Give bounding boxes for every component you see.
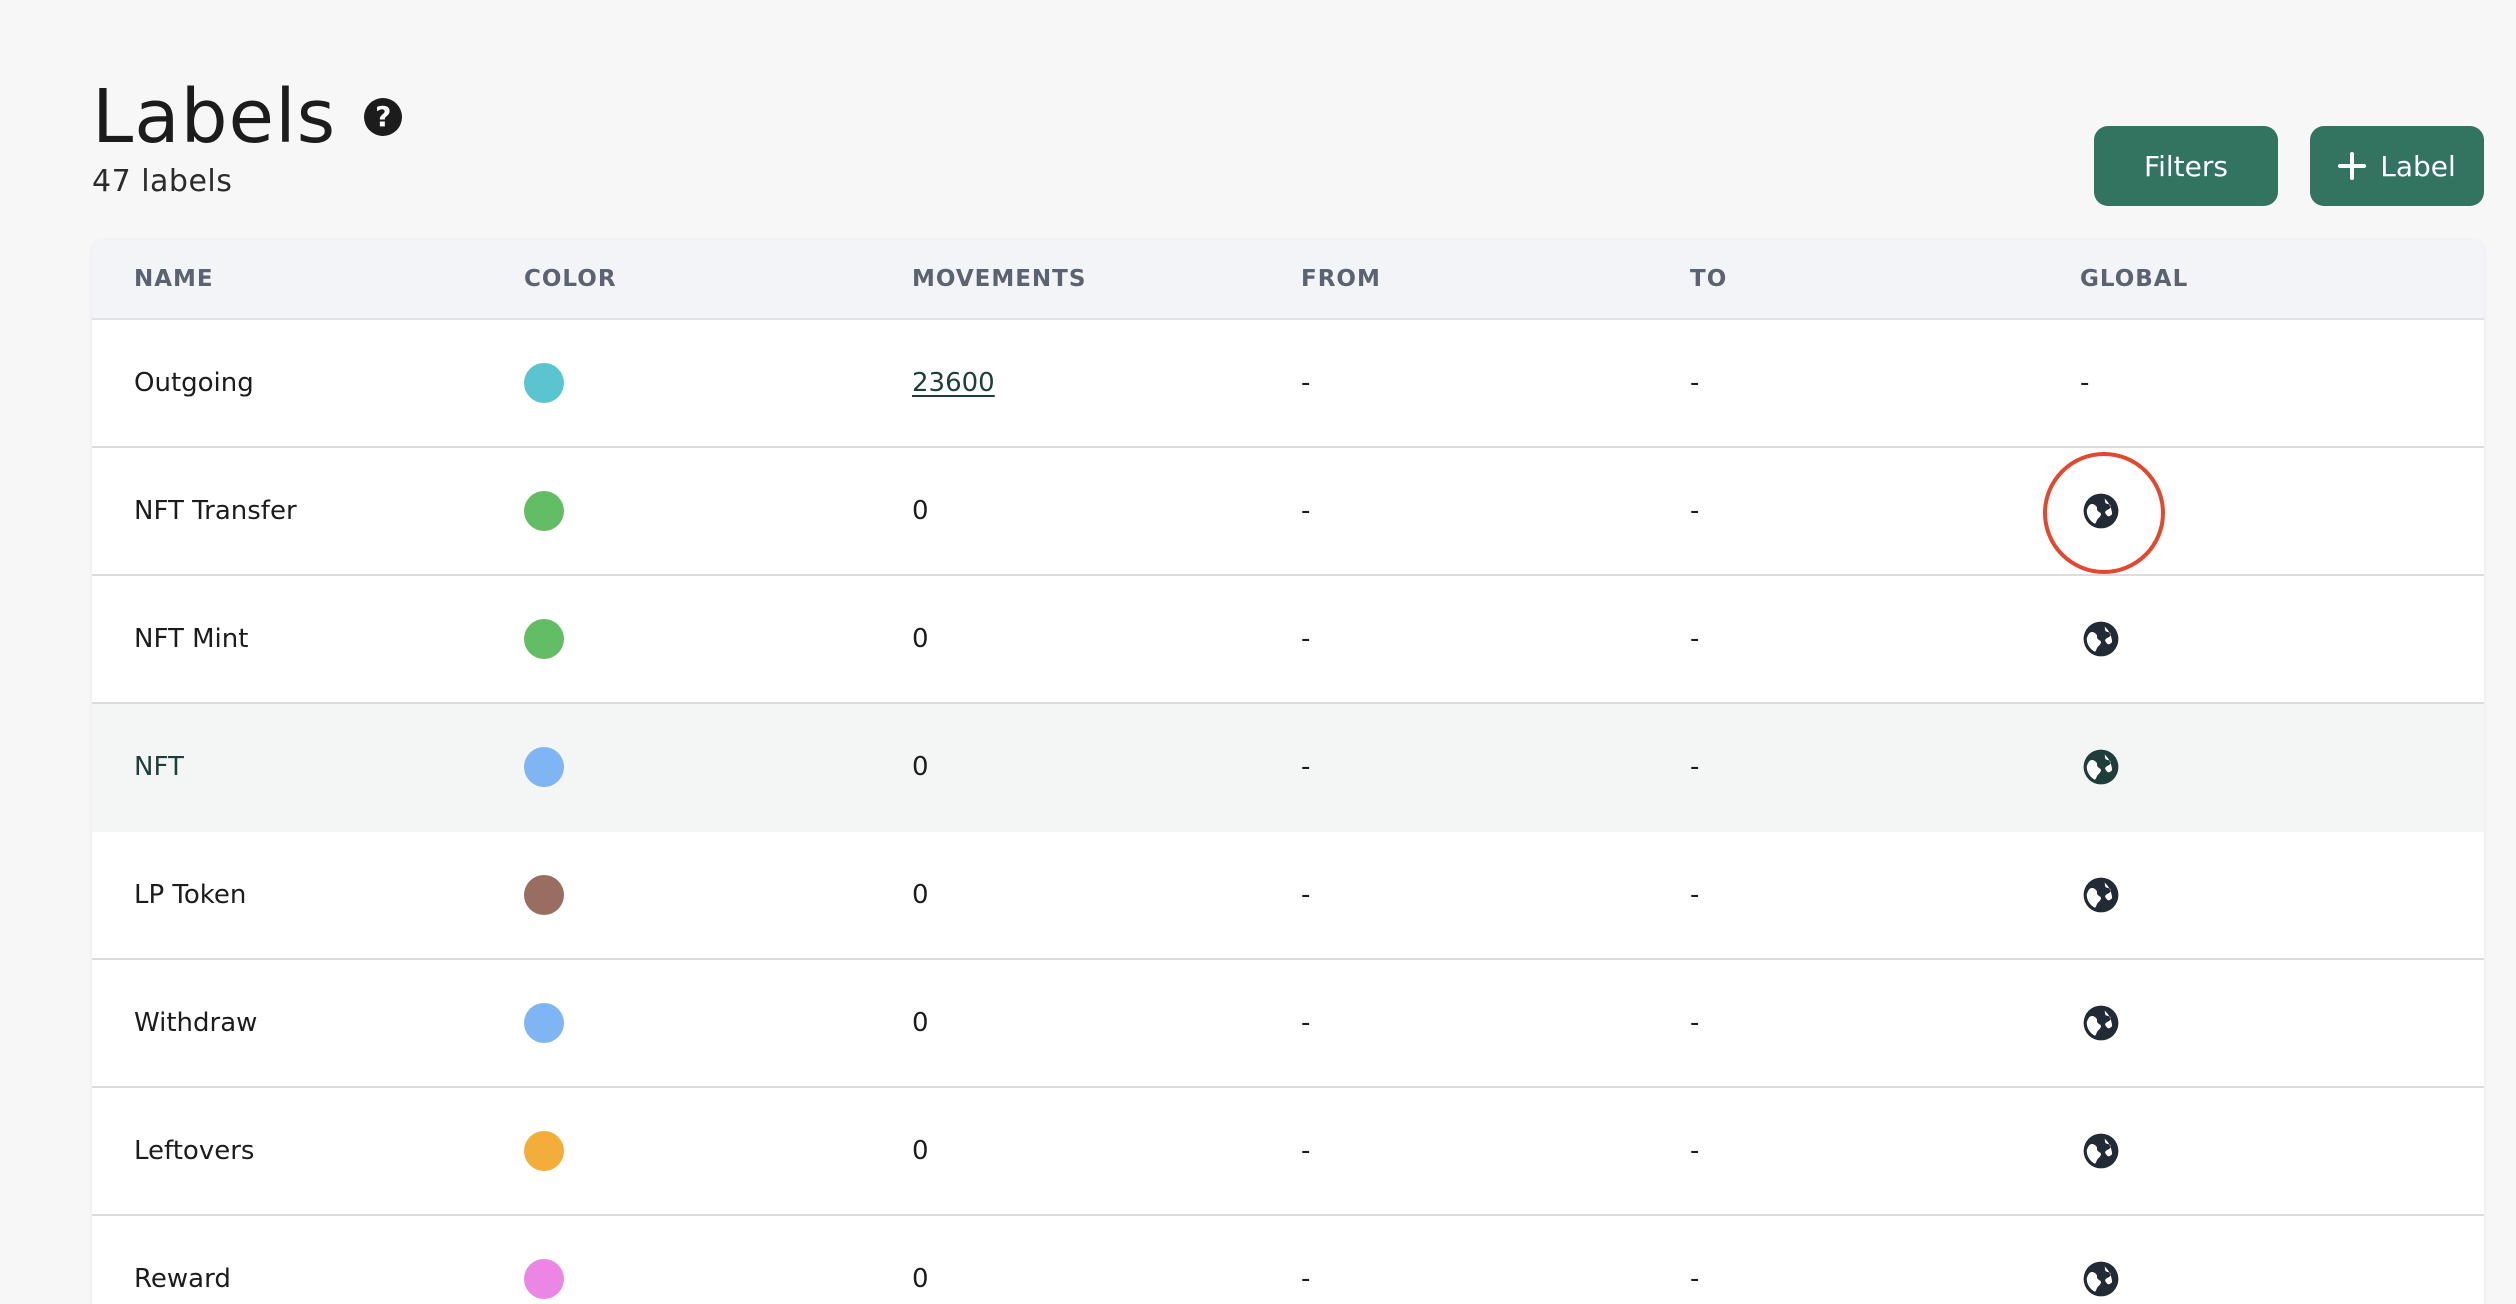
page-title: Labels (92, 74, 337, 160)
help-icon[interactable]: ? (364, 98, 403, 136)
to-value: - (1690, 752, 1700, 782)
color-swatch (524, 875, 564, 915)
label-count: 47 labels (92, 164, 233, 199)
globe-icon[interactable] (2082, 492, 2120, 530)
table-row[interactable]: Withdraw 0 - - (92, 960, 2484, 1088)
color-swatch (524, 491, 564, 531)
from-value: - (1301, 752, 1311, 782)
header-actions: Filters Label (2094, 126, 2484, 206)
color-swatch (524, 1131, 564, 1171)
column-header-global[interactable]: GLOBAL (2080, 266, 2188, 292)
title-row: Labels ? (92, 72, 403, 162)
color-swatch-cell (524, 875, 564, 915)
column-header-name[interactable]: NAME (134, 266, 214, 292)
add-label-button[interactable]: Label (2310, 126, 2484, 206)
global-cell (2080, 748, 2120, 786)
table-row[interactable]: LP Token 0 - - (92, 832, 2484, 960)
global-cell (2080, 492, 2120, 530)
to-value: - (1690, 496, 1700, 526)
column-header-from[interactable]: FROM (1301, 266, 1381, 292)
filters-button-label: Filters (2144, 149, 2228, 183)
globe-icon[interactable] (2082, 748, 2120, 786)
from-value: - (1301, 1008, 1311, 1038)
global-cell (2080, 1004, 2120, 1042)
from-value: - (1301, 880, 1311, 910)
to-value: - (1690, 624, 1700, 654)
label-name: NFT Mint (134, 624, 249, 654)
to-value: - (1690, 1136, 1700, 1166)
label-name: LP Token (134, 880, 247, 910)
from-value: - (1301, 368, 1311, 398)
to-value: - (1690, 368, 1700, 398)
color-swatch-cell (524, 491, 564, 531)
add-label-button-label: Label (2380, 149, 2456, 183)
color-swatch (524, 1003, 564, 1043)
globe-icon[interactable] (2082, 1004, 2120, 1042)
movements-value: 0 (912, 1264, 929, 1294)
color-swatch-cell (524, 1259, 564, 1299)
table-row[interactable]: Outgoing 23600 - - - (92, 320, 2484, 448)
column-header-color[interactable]: COLOR (524, 266, 617, 292)
label-name: Withdraw (134, 1008, 258, 1038)
movements-value: 0 (912, 1008, 929, 1038)
table-row[interactable]: Leftovers 0 - - (92, 1088, 2484, 1216)
from-value: - (1301, 1264, 1311, 1294)
color-swatch-cell (524, 1003, 564, 1043)
page-header: Labels ? 47 labels (92, 72, 403, 199)
global-cell (2080, 1132, 2120, 1170)
movements-link[interactable]: 23600 (912, 368, 995, 398)
global-cell (2080, 620, 2120, 658)
table-row[interactable]: NFT Mint 0 - - (92, 576, 2484, 704)
label-name: Outgoing (134, 368, 254, 398)
to-value: - (1690, 880, 1700, 910)
global-cell (2080, 876, 2120, 914)
movements-value: 0 (912, 624, 929, 654)
to-value: - (1690, 1264, 1700, 1294)
color-swatch (524, 747, 564, 787)
from-value: - (1301, 624, 1311, 654)
globe-icon[interactable] (2082, 1132, 2120, 1170)
globe-icon[interactable] (2082, 620, 2120, 658)
table-row[interactable]: Reward 0 - - (92, 1216, 2484, 1304)
global-value: - (2080, 368, 2090, 398)
labels-table: NAME COLOR MOVEMENTS FROM TO GLOBAL Outg… (92, 240, 2484, 1304)
color-swatch-cell (524, 747, 564, 787)
table-row[interactable]: NFT 0 - - (92, 704, 2484, 832)
label-name: Reward (134, 1264, 231, 1294)
color-swatch-cell (524, 1131, 564, 1171)
movements-value: 0 (912, 1136, 929, 1166)
color-swatch-cell (524, 619, 564, 659)
to-value: - (1690, 1008, 1700, 1038)
table-header: NAME COLOR MOVEMENTS FROM TO GLOBAL (92, 240, 2484, 320)
plus-icon (2338, 152, 2367, 180)
movements-value: 0 (912, 880, 929, 910)
movements-value: 0 (912, 752, 929, 782)
globe-icon[interactable] (2082, 1260, 2120, 1298)
labels-page: Labels ? 47 labels Filters Label NAME CO… (0, 0, 2516, 1304)
filters-button[interactable]: Filters (2094, 126, 2278, 206)
label-name: NFT (134, 752, 184, 782)
globe-icon[interactable] (2082, 876, 2120, 914)
column-header-movements[interactable]: MOVEMENTS (912, 266, 1086, 292)
color-swatch-cell (524, 363, 564, 403)
from-value: - (1301, 1136, 1311, 1166)
table-row[interactable]: NFT Transfer 0 - - (92, 448, 2484, 576)
color-swatch (524, 1259, 564, 1299)
column-header-to[interactable]: TO (1690, 266, 1727, 292)
label-name: NFT Transfer (134, 496, 297, 526)
label-name: Leftovers (134, 1136, 255, 1166)
color-swatch (524, 619, 564, 659)
global-cell (2080, 1260, 2120, 1298)
movements-value: 0 (912, 496, 929, 526)
from-value: - (1301, 496, 1311, 526)
color-swatch (524, 363, 564, 403)
